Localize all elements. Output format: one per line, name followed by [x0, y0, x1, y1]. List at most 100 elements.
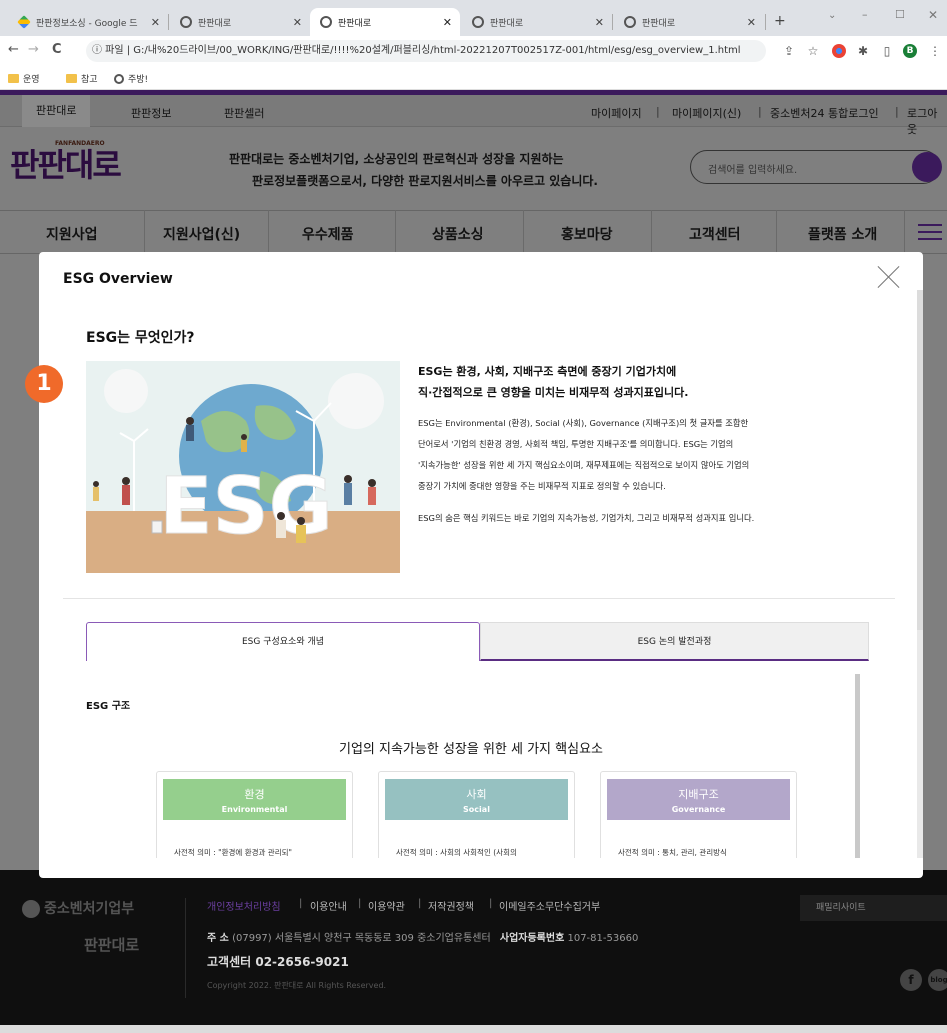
address-bar[interactable]: ⓘ 파일 | G:/내%20드라이브/00_WORK/ING/판판대로/!!!!… — [86, 40, 766, 62]
card-title-ko: 환경 — [244, 788, 265, 801]
bookmark-star-icon[interactable]: ☆ — [806, 44, 820, 58]
site-logo-sub: FANFANDAERO — [55, 140, 105, 147]
close-window-icon[interactable]: ✕ — [928, 8, 938, 22]
card-desc: 사전적 의미 : "환경에 환경과 관리되" — [174, 848, 292, 857]
footer-terms-link[interactable]: 이용약관 — [368, 898, 405, 913]
nav-platform-intro[interactable]: 플랫폼 소개 — [808, 224, 877, 244]
biz-label: 사업자등록번호 — [499, 933, 565, 944]
browser-tab[interactable]: 판판대로 ✕ — [170, 8, 310, 36]
mypage-link[interactable]: 마이페이지 — [591, 105, 642, 121]
globe-icon — [472, 16, 484, 28]
footer-logo: 판판대로 — [84, 936, 140, 954]
maximize-icon[interactable]: ☐ — [895, 8, 905, 21]
card-title-ko: 지배구조 — [678, 788, 719, 801]
close-tab-icon[interactable]: ✕ — [747, 16, 756, 29]
nav-promotion[interactable]: 홍보마당 — [561, 224, 613, 244]
footer-customer-center: 고객센터 02-2656-9021 — [207, 955, 349, 969]
card-title-ko: 사회 — [466, 788, 487, 801]
tab-label: 판판대로 — [338, 18, 372, 29]
bookmark-link[interactable]: 주방! — [114, 72, 148, 85]
site-tab-pandaero[interactable]: 판판대로 — [22, 95, 91, 127]
site-search-placeholder[interactable]: 검색어를 입력하세요. — [708, 161, 797, 176]
minimize-icon[interactable]: – — [862, 8, 868, 21]
search-icon[interactable] — [912, 152, 942, 182]
extension-icon[interactable] — [832, 44, 846, 58]
divider: | — [418, 898, 422, 909]
share-icon[interactable]: ⇪ — [782, 44, 796, 58]
back-icon[interactable]: ← — [8, 42, 19, 57]
tab-esg-history[interactable]: ESG 논의 발전과정 — [480, 622, 869, 661]
blog-icon[interactable]: blog — [928, 969, 947, 991]
close-tab-icon[interactable]: ✕ — [595, 16, 604, 29]
structure-title: ESG 구조 — [86, 701, 131, 712]
sidepanel-icon[interactable]: ▯ — [880, 44, 894, 58]
nav-support-new[interactable]: 지원사업(신) — [163, 224, 240, 244]
tab-label: 판판대로 — [642, 18, 676, 29]
tab-content-scrollbar[interactable] — [855, 674, 860, 858]
divider: | — [489, 898, 493, 909]
folder-icon — [8, 74, 19, 83]
nav-products[interactable]: 우수제품 — [302, 224, 354, 244]
site-tab-seller[interactable]: 판판셀러 — [224, 105, 264, 121]
reload-icon[interactable]: C — [52, 42, 62, 57]
bookmark-folder[interactable]: 참고 — [66, 72, 98, 85]
globe-icon — [320, 16, 332, 28]
new-tab-button[interactable]: + — [774, 13, 786, 29]
footer-divider — [185, 898, 186, 998]
footer-org-logo: 중소벤처기업부 — [22, 898, 134, 918]
bookmark-folder[interactable]: 운영 — [8, 72, 40, 85]
menu-kebab-icon[interactable]: ⋮ — [928, 44, 942, 58]
profile-avatar[interactable]: B — [903, 44, 917, 58]
esg-card-header: 환경 Environmental — [163, 779, 346, 820]
illustration-esg-letters: ESG — [159, 462, 332, 552]
mypage-new-link[interactable]: 마이페이지(신) — [672, 105, 741, 121]
globe-icon — [624, 16, 636, 28]
puzzle-icon[interactable]: ✱ — [856, 44, 870, 58]
close-tab-icon[interactable]: ✕ — [293, 16, 302, 29]
section-divider — [63, 598, 895, 599]
tab-search-icon[interactable]: ⌄ — [828, 10, 836, 21]
footer-privacy-link[interactable]: 개인정보처리방침 — [207, 898, 281, 913]
forward-icon[interactable]: → — [28, 42, 39, 57]
lead-text: ESG는 환경, 사회, 지배구조 측면에 중장기 기업가치에 — [418, 365, 677, 378]
logout-link[interactable]: 로그아웃 — [907, 105, 947, 137]
integrated-login-link[interactable]: 중소벤처24 통합로그인 — [770, 105, 879, 121]
close-icon[interactable] — [877, 265, 901, 289]
browser-tab-active[interactable]: 판판대로 ✕ — [310, 8, 460, 36]
divider: | — [358, 898, 362, 909]
nav-customer-center[interactable]: 고객센터 — [689, 224, 741, 244]
esg-card-header: 사회 Social — [385, 779, 568, 820]
facebook-icon[interactable]: f — [900, 969, 922, 991]
address-label: 주 소 — [207, 933, 229, 944]
hamburger-menu-icon[interactable] — [918, 224, 942, 240]
footer-email-refusal-link[interactable]: 이메일주소무단수집거부 — [499, 898, 600, 913]
site-utility-bar: 판판대로 판판정보 판판셀러 마이페이지 | 마이페이지(신) | 중소벤처24… — [0, 95, 947, 136]
folder-icon — [66, 74, 77, 83]
site-slogan: 판판대로는 중소벤처기업, 소상공인의 판로혁신과 성장을 지원하는 — [229, 152, 564, 166]
browser-tab[interactable]: 판판대로 ✕ — [462, 8, 612, 36]
lead-text: 직·간접적으로 큰 영향을 미치는 비재무적 성과지표입니다. — [418, 386, 689, 399]
close-tab-icon[interactable]: ✕ — [151, 16, 160, 29]
footer-address: 주 소 (07997) 서울특별시 양천구 목동동로 309 중소기업유통센터 … — [207, 929, 638, 944]
esg-card-header: 지배구조 Governance — [607, 779, 790, 820]
site-footer — [0, 870, 947, 1025]
address-value: (07997) 서울특별시 양천구 목동동로 309 중소기업유통센터 — [232, 933, 491, 944]
tab-esg-components[interactable]: ESG 구성요소와 개념 — [86, 622, 480, 661]
browser-tab[interactable]: 판판정보소싱 - Google 드 ✕ — [8, 8, 168, 36]
close-tab-icon[interactable]: ✕ — [443, 16, 452, 29]
modal-scrollbar-thumb[interactable] — [917, 290, 923, 630]
footer-copyright-policy-link[interactable]: 저작권정책 — [428, 898, 474, 913]
site-tab-info[interactable]: 판판정보 — [131, 105, 171, 121]
footer-guide-link[interactable]: 이용안내 — [310, 898, 347, 913]
section-title: ESG는 무엇인가? — [86, 330, 195, 346]
core-elements-title: 기업의 지속가능한 성장을 위한 세 가지 핵심요소 — [339, 742, 603, 757]
nav-support[interactable]: 지원사업 — [46, 224, 98, 244]
bookmarks-bar: 운영 참고 주방! — [0, 66, 947, 90]
nav-sourcing[interactable]: 상품소싱 — [432, 224, 484, 244]
body-text: 단어로서 '기업의 친환경 경영, 사회적 책임, 투명한 지배구조'를 의미합… — [418, 439, 734, 449]
card-desc: 사전적 의미 : 통치, 관리, 관리방식 — [618, 848, 727, 857]
window-bottom-strip — [0, 1025, 947, 1033]
browser-tab[interactable]: 판판대로 ✕ — [614, 8, 764, 36]
family-site-select[interactable]: 패밀리사이트 — [800, 895, 947, 921]
body-text: '지속가능한' 성장을 위한 세 가지 핵심요소이며, 재무제표에는 직접적으로… — [418, 460, 750, 470]
